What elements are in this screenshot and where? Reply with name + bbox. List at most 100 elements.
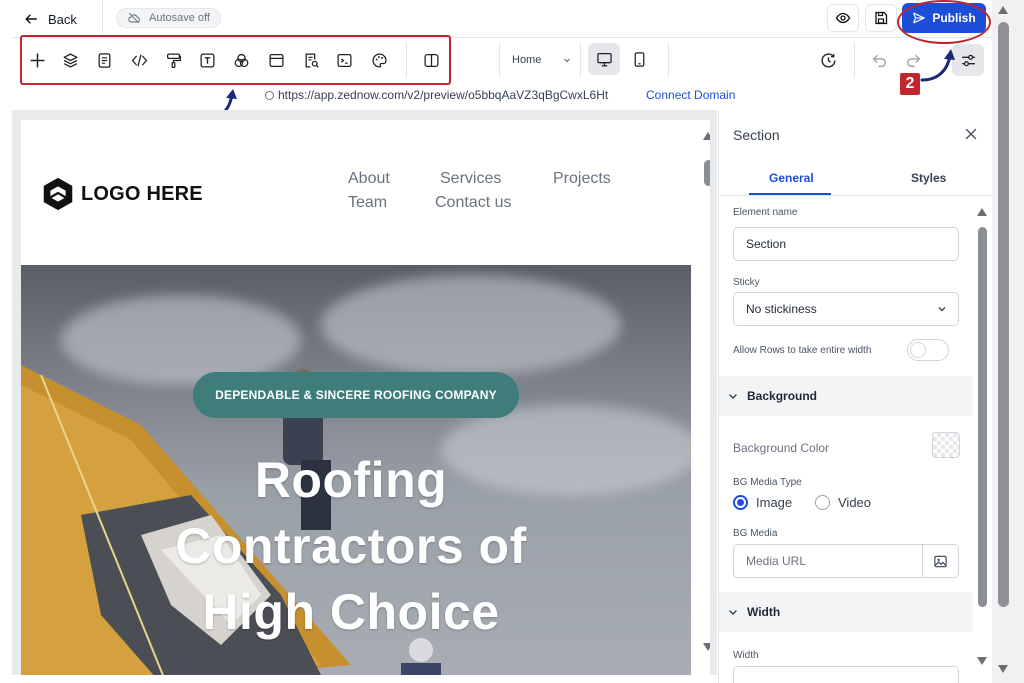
- text-button[interactable]: [195, 48, 219, 72]
- page-search-button[interactable]: [299, 48, 323, 72]
- terminal-button[interactable]: [332, 48, 356, 72]
- close-icon[interactable]: [963, 126, 979, 142]
- layers-button[interactable]: [58, 48, 82, 72]
- media-picker-button[interactable]: [922, 545, 958, 577]
- width-label: Width: [733, 650, 759, 661]
- page-search-icon: [305, 52, 319, 68]
- canvas-scroll-thumb[interactable]: [704, 160, 710, 186]
- width-section-header[interactable]: Width: [719, 592, 973, 632]
- sticky-label: Sticky: [733, 277, 760, 288]
- pages-button[interactable]: [92, 48, 116, 72]
- pages-icon: [98, 52, 110, 68]
- paint-button[interactable]: [161, 48, 185, 72]
- sticky-select[interactable]: No stickiness: [733, 292, 959, 326]
- window-scroll-thumb[interactable]: [998, 22, 1009, 607]
- code-icon: [131, 54, 147, 66]
- panel-scrollbar[interactable]: [975, 202, 989, 672]
- preview-url-bar: https://app.zednow.com/v2/preview/o5bbqA…: [12, 82, 992, 110]
- element-name-input[interactable]: Section: [733, 227, 959, 261]
- desktop-icon: [596, 52, 612, 67]
- logo-text: LOGO HERE: [81, 182, 203, 205]
- active-tab-indicator: [749, 193, 831, 195]
- layout-icon: [268, 53, 284, 67]
- floppy-icon: [875, 11, 888, 25]
- scroll-up-icon[interactable]: [703, 132, 710, 140]
- split-view-button[interactable]: [419, 48, 443, 72]
- site-header[interactable]: LOGO HERE About Services Projects Team C…: [21, 120, 710, 265]
- connect-domain-link[interactable]: Connect Domain: [646, 88, 735, 102]
- media-type-image-radio[interactable]: Image: [733, 495, 792, 510]
- bg-color-swatch[interactable]: [932, 432, 960, 458]
- code-button[interactable]: [127, 48, 151, 72]
- media-url-placeholder: Media URL: [746, 554, 807, 568]
- bg-color-label: Background Color: [733, 441, 830, 455]
- nav-link-services[interactable]: Services: [440, 170, 501, 188]
- desktop-view-button[interactable]: [588, 43, 620, 75]
- layers-icon: [62, 52, 78, 68]
- status-dot-icon: [265, 91, 274, 100]
- nav-link-contact[interactable]: Contact us: [435, 194, 511, 212]
- scroll-down-icon[interactable]: [977, 657, 987, 665]
- divider: [406, 42, 407, 78]
- divider: [499, 42, 500, 78]
- settings-toggle-button[interactable]: [952, 44, 984, 76]
- tab-styles[interactable]: Styles: [911, 171, 946, 185]
- element-name-value: Section: [746, 237, 787, 251]
- width-input[interactable]: [733, 666, 959, 683]
- panel-title: Section: [733, 127, 780, 143]
- back-label: Back: [48, 11, 77, 27]
- hexagon-logo-icon: [43, 177, 73, 211]
- mobile-view-button[interactable]: [623, 43, 655, 75]
- allow-rows-toggle[interactable]: [907, 339, 949, 361]
- nav-link-projects[interactable]: Projects: [553, 170, 611, 188]
- tab-general[interactable]: General: [769, 171, 814, 185]
- page-select[interactable]: Home: [512, 50, 572, 70]
- preview-url[interactable]: https://app.zednow.com/v2/preview/o5bbqA…: [278, 88, 608, 102]
- editor-canvas: LOGO HERE About Services Projects Team C…: [12, 110, 717, 675]
- sticky-value: No stickiness: [746, 302, 817, 316]
- chevron-down-icon: [729, 394, 737, 399]
- scroll-down-icon[interactable]: [998, 665, 1008, 673]
- panel-tabs: General Styles: [719, 160, 992, 196]
- scroll-up-icon[interactable]: [977, 208, 987, 216]
- radio-label: Image: [756, 495, 793, 510]
- redo-button[interactable]: [901, 48, 925, 72]
- hero-tagline[interactable]: DEPENDABLE & SINCERE ROOFING COMPANY: [193, 372, 519, 418]
- redo-icon: [906, 54, 920, 67]
- background-section-header[interactable]: Background: [719, 376, 973, 416]
- undo-button[interactable]: [867, 48, 891, 72]
- split-view-icon: [423, 53, 439, 67]
- back-button[interactable]: Back: [24, 8, 77, 30]
- layout-button[interactable]: [264, 48, 288, 72]
- media-url-input[interactable]: Media URL: [733, 544, 959, 578]
- add-element-button[interactable]: [25, 48, 49, 72]
- window-scrollbar[interactable]: [992, 0, 1024, 683]
- radio-dot: [815, 495, 830, 510]
- hero-title[interactable]: Roofing Contractors of High Choice: [61, 447, 641, 645]
- sliders-icon: [961, 54, 975, 66]
- publish-button[interactable]: Publish: [902, 3, 986, 33]
- autosave-toggle[interactable]: Autosave off: [116, 8, 221, 28]
- nav-link-about[interactable]: About: [348, 170, 390, 188]
- panel-scroll-thumb[interactable]: [978, 227, 987, 607]
- blend-button[interactable]: [229, 48, 253, 72]
- canvas-scrollbar[interactable]: [701, 130, 710, 675]
- palette-button[interactable]: [367, 48, 391, 72]
- nav-link-team[interactable]: Team: [348, 194, 387, 212]
- hero-section[interactable]: DEPENDABLE & SINCERE ROOFING COMPANY Roo…: [21, 265, 691, 675]
- allow-rows-label: Allow Rows to take entire width: [733, 345, 872, 356]
- preview-button[interactable]: [827, 4, 859, 32]
- site-logo[interactable]: LOGO HERE: [39, 175, 203, 213]
- media-type-video-radio[interactable]: Video: [815, 495, 871, 510]
- site-preview[interactable]: LOGO HERE About Services Projects Team C…: [21, 120, 710, 675]
- save-button[interactable]: [865, 4, 897, 32]
- history-icon: [820, 52, 836, 68]
- text-icon: [199, 52, 215, 68]
- history-button[interactable]: [816, 48, 840, 72]
- chevron-down-icon: [564, 58, 570, 63]
- scroll-up-icon[interactable]: [998, 6, 1008, 14]
- palette-icon: [371, 52, 387, 68]
- page-select-value: Home: [512, 54, 542, 66]
- top-bar: Back Autosave off Publish: [12, 0, 992, 38]
- scroll-down-icon[interactable]: [703, 643, 710, 651]
